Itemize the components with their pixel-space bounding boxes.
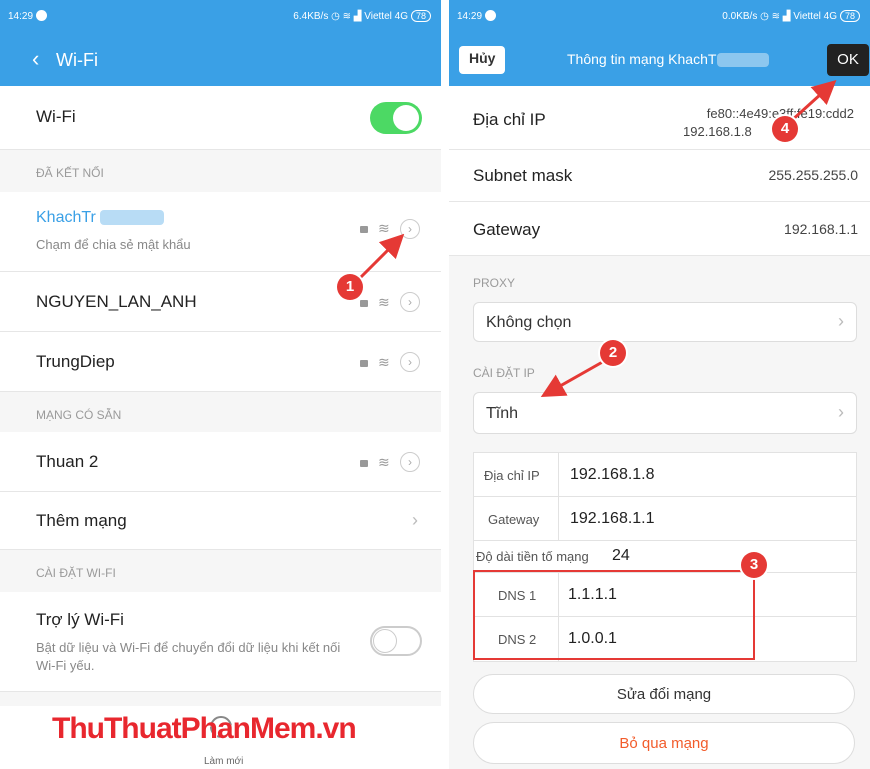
proxy-value: Không chọn [486, 314, 572, 331]
lock-icon [360, 226, 368, 233]
subnet-label: Subnet mask [473, 166, 573, 185]
wifi-toggle-row[interactable]: Wi-Fi [0, 86, 441, 150]
ip-address-row: Địa chỉ IP fe80::4e49:e3ff:fe19:cdd2 192… [449, 86, 870, 150]
network-row[interactable]: NGUYEN_LAN_ANH ≋ › [0, 272, 441, 332]
wifi-list-screen: 14:29 6.4KB/s ◷ ≋ ▟ Viettel 4G 78 ‹ Wi-Fi… [0, 0, 441, 769]
status-bar: 14:29 6.4KB/s ◷ ≋ ▟ Viettel 4G 78 [0, 0, 441, 34]
cancel-button[interactable]: Hủy [459, 46, 506, 74]
ip-settings-header: CÀI ĐẶT IP [473, 366, 535, 380]
wifi-signal-icon: ≋ [378, 454, 390, 470]
subnet-row: Subnet mask 255.255.255.0 [449, 150, 870, 202]
annotation-badge: 4 [772, 116, 798, 142]
action-bar: ‹ Wi-Fi [0, 34, 441, 86]
subnet-value: 255.255.255.0 [768, 167, 858, 183]
wifi-assistant-desc: Bật dữ liệu và Wi-Fi để chuyển đổi dữ li… [36, 640, 341, 673]
wifi-signal-icon: ≋ [378, 220, 390, 236]
gateway-value: 192.168.1.1 [784, 221, 858, 237]
settings-header: CÀI ĐẶT WI-FI [36, 566, 116, 580]
prefix-field-label: Độ dài tiền tố mạng [476, 549, 589, 564]
lock-icon [360, 360, 368, 367]
gateway-row: Gateway 192.168.1.1 [449, 202, 870, 256]
network-row[interactable]: Thuan 2 ≋ › [0, 432, 441, 492]
prefix-field-input[interactable]: 24 [612, 547, 630, 565]
toggle-knob [373, 629, 397, 653]
modify-network-button[interactable]: Sửa đổi mạng [473, 674, 855, 714]
blurred-name [100, 210, 164, 225]
status-speed: 0.0KB/s [722, 11, 758, 22]
form-row: Địa chỉ IP 192.168.1.8 [474, 453, 856, 497]
network-row[interactable]: TrungDiep ≋ › [0, 332, 441, 392]
form-row: Gateway 192.168.1.1 [474, 497, 856, 541]
network-name: Thuan 2 [36, 452, 99, 471]
wifi-toggle-label: Wi-Fi [36, 107, 76, 126]
network-name: TrungDiep [36, 352, 115, 371]
modify-network-label: Sửa đổi mạng [616, 686, 712, 703]
action-bar: Hủy Thông tin mạng KhachT OK [449, 34, 870, 86]
connected-network-name: KhachTr [36, 209, 96, 226]
chevron-right-icon: › [838, 402, 844, 422]
gateway-label: Gateway [473, 220, 541, 239]
proxy-select[interactable]: Không chọn › [473, 302, 857, 342]
gateway-field-label: Gateway [488, 512, 540, 527]
ip-settings-select[interactable]: Tĩnh › [473, 392, 857, 434]
wifi-toggle-switch[interactable] [370, 102, 422, 134]
page-title: Wi-Fi [56, 50, 98, 70]
details-chevron-icon[interactable]: › [400, 452, 420, 472]
facebook-icon [36, 10, 48, 21]
available-header: MẠNG CÓ SẴN [36, 408, 122, 422]
network-name: NGUYEN_LAN_ANH [36, 292, 197, 311]
page-title: Thông tin mạng KhachT [567, 51, 717, 67]
status-bar: 14:29 0.0KB/s ◷ ≋ ▟ Viettel 4G 78 [449, 0, 870, 34]
lock-icon [360, 300, 368, 307]
ip-settings-value: Tĩnh [486, 405, 519, 422]
details-chevron-icon[interactable]: › [400, 352, 420, 372]
wifi-assistant-row[interactable]: Trợ lý Wi-Fi Bật dữ liệu và Wi-Fi để chu… [0, 592, 441, 692]
wifi-signal-icon: ≋ [378, 354, 390, 370]
status-time: 14:29 [457, 11, 483, 22]
status-speed: 6.4KB/s [293, 11, 329, 22]
lock-icon [360, 460, 368, 467]
forget-network-label: Bỏ qua mạng [619, 735, 709, 752]
annotation-badge: 2 [600, 340, 626, 366]
ip-field-label: Địa chỉ IP [484, 468, 540, 483]
col-divider [558, 453, 559, 497]
form-row: Độ dài tiền tố mạng 24 [474, 541, 856, 573]
connected-network-row[interactable]: KhachTr Chạm để chia sẻ mật khẩu ≋ › [0, 192, 441, 272]
battery-icon: 78 [839, 10, 860, 22]
connected-network-sub: Chạm để chia sẻ mật khẩu [36, 237, 191, 252]
details-chevron-icon[interactable]: › [400, 219, 420, 239]
divider [441, 0, 449, 769]
chevron-right-icon: › [412, 510, 418, 530]
add-network-label: Thêm mạng [36, 511, 127, 530]
toggle-knob [393, 105, 419, 131]
status-carrier: Viettel 4G [793, 11, 837, 22]
status-time: 14:29 [8, 11, 34, 22]
details-chevron-icon[interactable]: › [400, 292, 420, 312]
wifi-assistant-title: Trợ lý Wi-Fi [36, 610, 124, 629]
ip-address-label: Địa chỉ IP [473, 110, 546, 129]
wifi-assistant-switch[interactable] [370, 626, 422, 656]
annotation-badge: 3 [741, 552, 767, 578]
forget-network-button[interactable]: Bỏ qua mạng [473, 722, 855, 764]
connected-header: ĐÃ KẾT NỐI [36, 166, 104, 180]
gateway-field-input[interactable]: 192.168.1.1 [570, 510, 655, 528]
wifi-signal-icon: ≋ [378, 294, 390, 310]
battery-icon: 78 [410, 10, 431, 22]
ip-address-value-2: 192.168.1.8 [683, 124, 752, 139]
watermark: ThuThuatPhanMem.vn [52, 712, 357, 745]
network-info-screen: 14:29 0.0KB/s ◷ ≋ ▟ Viettel 4G 78 Hủy Thô… [449, 0, 870, 769]
proxy-header: PROXY [473, 276, 516, 290]
chevron-right-icon: › [838, 311, 844, 331]
back-icon[interactable]: ‹ [32, 46, 39, 72]
blurred-title [717, 53, 769, 67]
status-carrier: Viettel 4G [364, 11, 408, 22]
ip-field-input[interactable]: 192.168.1.8 [570, 466, 655, 484]
col-divider [558, 497, 559, 541]
add-network-row[interactable]: Thêm mạng › [0, 492, 441, 550]
annotation-badge: 1 [337, 274, 363, 300]
facebook-icon [485, 10, 497, 21]
ok-button[interactable]: OK [827, 44, 869, 76]
refresh-label[interactable]: Làm mới [204, 756, 243, 767]
dns-highlight-box [473, 570, 755, 660]
